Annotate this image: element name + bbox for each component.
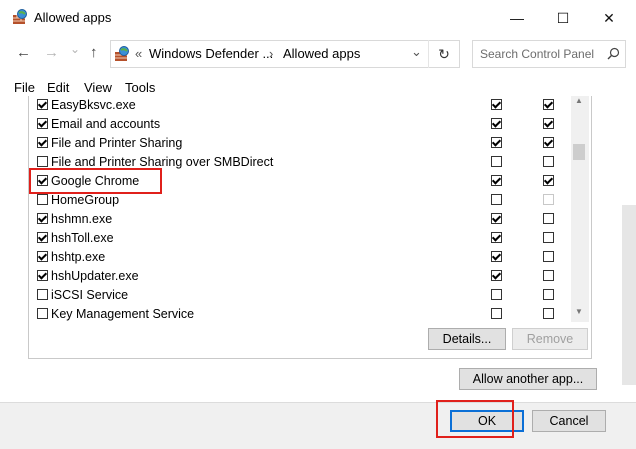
up-arrow-icon[interactable]: ↑ bbox=[90, 44, 98, 61]
scroll-down-icon[interactable]: ▼ bbox=[575, 307, 583, 316]
app-list-row[interactable]: hshUpdater.exe bbox=[29, 267, 571, 286]
public-network-checkbox[interactable] bbox=[543, 137, 554, 148]
app-name-label: hshmn.exe bbox=[51, 212, 113, 226]
private-network-checkbox[interactable] bbox=[491, 194, 502, 205]
ok-highlight bbox=[436, 400, 514, 438]
recent-locations-chevron-icon[interactable]: ⌄ bbox=[70, 42, 80, 56]
app-enabled-checkbox[interactable] bbox=[37, 156, 48, 167]
public-network-checkbox[interactable] bbox=[543, 194, 554, 205]
public-network-checkbox[interactable] bbox=[543, 213, 554, 224]
public-network-checkbox[interactable] bbox=[543, 308, 554, 319]
private-network-checkbox[interactable] bbox=[491, 137, 502, 148]
refresh-button[interactable]: ↻ bbox=[428, 40, 459, 68]
close-icon: ✕ bbox=[603, 9, 615, 26]
scroll-up-icon[interactable]: ▲ bbox=[575, 96, 583, 105]
app-enabled-checkbox[interactable] bbox=[37, 308, 48, 319]
allow-another-app-button[interactable]: Allow another app... bbox=[459, 368, 597, 390]
address-dropdown-icon[interactable]: ⌄ bbox=[411, 44, 422, 60]
app-enabled-checkbox[interactable] bbox=[37, 289, 48, 300]
allowed-apps-list: EasyBksvc.exe Email and accounts File and … bbox=[29, 96, 571, 322]
allowed-apps-window: Allowed apps — ☐ ✕ ← → ⌄ ↑ « Windows Def… bbox=[0, 0, 636, 449]
maximize-icon: ☐ bbox=[556, 9, 570, 26]
private-network-checkbox[interactable] bbox=[491, 175, 502, 186]
search-icon bbox=[607, 47, 620, 60]
private-network-checkbox[interactable] bbox=[491, 232, 502, 243]
app-name-label: Email and accounts bbox=[51, 117, 161, 131]
back-arrow-icon[interactable]: ← bbox=[16, 44, 31, 61]
search-placeholder: Search Control Panel bbox=[480, 47, 595, 61]
private-network-checkbox[interactable] bbox=[491, 118, 502, 129]
details-button[interactable]: Details... bbox=[428, 328, 506, 350]
app-list-row[interactable]: hshToll.exe bbox=[29, 229, 571, 248]
address-overflow-icon[interactable]: « bbox=[135, 46, 142, 61]
refresh-icon: ↻ bbox=[438, 45, 450, 62]
minimize-button[interactable]: — bbox=[494, 0, 540, 36]
private-network-checkbox[interactable] bbox=[491, 99, 502, 110]
public-network-checkbox[interactable] bbox=[543, 175, 554, 186]
app-name-label: hshUpdater.exe bbox=[51, 269, 139, 283]
app-enabled-checkbox[interactable] bbox=[37, 99, 48, 110]
private-network-checkbox[interactable] bbox=[491, 251, 502, 262]
app-enabled-checkbox[interactable] bbox=[37, 137, 48, 148]
public-network-checkbox[interactable] bbox=[543, 251, 554, 262]
maximize-button[interactable]: ☐ bbox=[540, 0, 586, 36]
firewall-icon bbox=[13, 9, 27, 24]
app-list-row[interactable]: hshmn.exe bbox=[29, 210, 571, 229]
app-list-row[interactable]: Key Management Service bbox=[29, 305, 571, 322]
app-list-row[interactable]: File and Printer Sharing bbox=[29, 134, 571, 153]
private-network-checkbox[interactable] bbox=[491, 308, 502, 319]
outer-scrollbar[interactable] bbox=[622, 205, 636, 385]
app-name-label: EasyBksvc.exe bbox=[51, 98, 136, 112]
close-button[interactable]: ✕ bbox=[586, 0, 632, 36]
list-scrollbar[interactable]: ▲ ▼ bbox=[571, 96, 589, 322]
public-network-checkbox[interactable] bbox=[543, 156, 554, 167]
app-name-label: hshtp.exe bbox=[51, 250, 106, 264]
search-control-panel-input[interactable]: Search Control Panel bbox=[472, 40, 626, 68]
public-network-checkbox[interactable] bbox=[543, 118, 554, 129]
address-bar[interactable]: « Windows Defender ... › Allowed apps ⌄ bbox=[110, 40, 460, 68]
private-network-checkbox[interactable] bbox=[491, 270, 502, 281]
menu-view[interactable]: View bbox=[84, 80, 112, 95]
app-enabled-checkbox[interactable] bbox=[37, 232, 48, 243]
app-name-label: Key Management Service bbox=[51, 307, 195, 321]
app-name-label: File and Printer Sharing over SMBDirect bbox=[51, 155, 274, 169]
menu-edit[interactable]: Edit bbox=[47, 80, 69, 95]
private-network-checkbox[interactable] bbox=[491, 156, 502, 167]
app-name-label: File and Printer Sharing bbox=[51, 136, 183, 150]
window-title: Allowed apps bbox=[34, 10, 112, 25]
app-list-row[interactable]: hshtp.exe bbox=[29, 248, 571, 267]
app-enabled-checkbox[interactable] bbox=[37, 118, 48, 129]
app-list-row[interactable]: Email and accounts bbox=[29, 115, 571, 134]
app-name-label: iSCSI Service bbox=[51, 288, 129, 302]
public-network-checkbox[interactable] bbox=[543, 289, 554, 300]
menu-file[interactable]: File bbox=[14, 80, 35, 95]
google-chrome-highlight bbox=[29, 168, 162, 194]
app-enabled-checkbox[interactable] bbox=[37, 251, 48, 262]
scrollbar-thumb[interactable] bbox=[573, 144, 585, 160]
public-network-checkbox[interactable] bbox=[543, 99, 554, 110]
menu-bar: File Edit View Tools bbox=[0, 74, 636, 96]
app-enabled-checkbox[interactable] bbox=[37, 213, 48, 224]
public-network-checkbox[interactable] bbox=[543, 232, 554, 243]
app-name-label: HomeGroup bbox=[51, 193, 120, 207]
cancel-button[interactable]: Cancel bbox=[532, 410, 606, 432]
firewall-icon bbox=[115, 46, 129, 61]
app-list-row[interactable]: iSCSI Service bbox=[29, 286, 571, 305]
app-name-label: hshToll.exe bbox=[51, 231, 114, 245]
app-enabled-checkbox[interactable] bbox=[37, 194, 48, 205]
private-network-checkbox[interactable] bbox=[491, 289, 502, 300]
private-network-checkbox[interactable] bbox=[491, 213, 502, 224]
app-enabled-checkbox[interactable] bbox=[37, 270, 48, 281]
app-list-row[interactable]: EasyBksvc.exe bbox=[29, 96, 571, 115]
breadcrumb-windows-defender[interactable]: Windows Defender ... bbox=[149, 46, 273, 61]
remove-button[interactable]: Remove bbox=[512, 328, 588, 350]
menu-tools[interactable]: Tools bbox=[125, 80, 155, 95]
forward-arrow-icon[interactable]: → bbox=[44, 44, 59, 61]
title-bar: Allowed apps — ☐ ✕ bbox=[0, 0, 636, 36]
public-network-checkbox[interactable] bbox=[543, 270, 554, 281]
breadcrumb-separator-icon: › bbox=[269, 46, 274, 61]
minimize-icon: — bbox=[510, 10, 524, 26]
breadcrumb-allowed-apps[interactable]: Allowed apps bbox=[283, 46, 360, 61]
